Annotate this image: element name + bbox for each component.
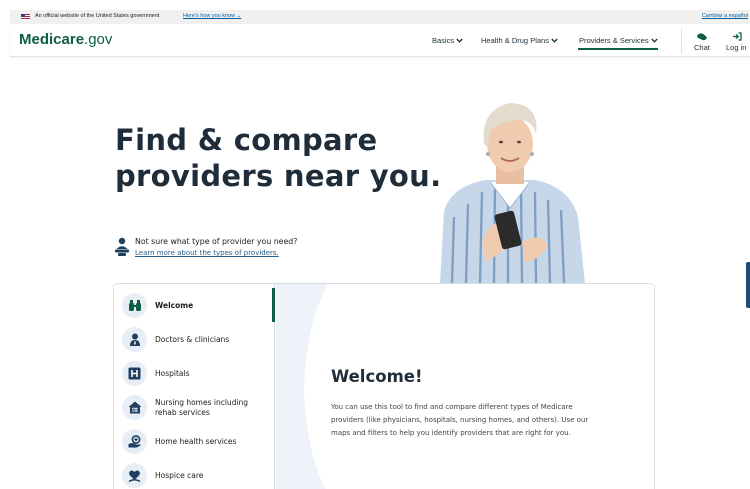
doctor-icon bbox=[122, 327, 147, 352]
sidebar-item-nursing-homes-label: Nursing homes including rehab services bbox=[155, 398, 249, 417]
nav-providers-services-label: Providers & Services bbox=[579, 36, 649, 45]
gov-banner: An official website of the United States… bbox=[10, 10, 750, 24]
sidebar-item-hospice-care[interactable]: Hospice care bbox=[119, 459, 269, 489]
welcome-heading: Welcome! bbox=[331, 367, 423, 386]
helper-question: Not sure what type of provider you need? bbox=[135, 237, 298, 246]
nav-health-drug-plans-label: Health & Drug Plans bbox=[481, 36, 549, 45]
nav-active-indicator bbox=[578, 48, 658, 50]
chat-icon[interactable] bbox=[697, 33, 707, 41]
gov-official-text: An official website of the United States… bbox=[35, 13, 160, 19]
nav-basics-label: Basics bbox=[432, 36, 455, 45]
header-divider bbox=[681, 28, 682, 54]
provider-types-link[interactable]: Learn more about the types of providers. bbox=[135, 249, 279, 257]
page-title: Find & compare providers near you. bbox=[115, 122, 441, 194]
hospital-icon bbox=[122, 361, 147, 386]
nav-health-drug-plans[interactable]: Health & Drug Plans bbox=[481, 36, 558, 45]
sidebar-item-hospice-care-label: Hospice care bbox=[155, 471, 204, 480]
site-header: Medicare.gov Basics Health & Drug Plans … bbox=[10, 24, 750, 57]
hospice-icon bbox=[122, 463, 147, 488]
person-podium-icon bbox=[115, 237, 129, 256]
login-label[interactable]: Log in bbox=[726, 43, 746, 52]
window-top-edge bbox=[0, 0, 750, 10]
sidebar-item-home-health[interactable]: Home health services bbox=[119, 425, 269, 457]
sidebar-item-nursing-homes[interactable]: Nursing homes including rehab services bbox=[119, 391, 269, 423]
page-title-line-2: providers near you. bbox=[115, 159, 442, 193]
nav-providers-services[interactable]: Providers & Services bbox=[579, 36, 658, 45]
home-health-icon bbox=[122, 429, 147, 454]
nursing-home-icon bbox=[122, 395, 147, 420]
sidebar-item-home-health-label: Home health services bbox=[155, 437, 237, 446]
feedback-tab[interactable] bbox=[746, 262, 750, 308]
provider-type-sidebar: Welcome Doctors & clinicians Hospitals N… bbox=[114, 284, 275, 489]
active-item-indicator bbox=[272, 288, 275, 322]
provider-finder-panel: Welcome Doctors & clinicians Hospitals N… bbox=[113, 283, 655, 489]
welcome-description: You can use this tool to find and compar… bbox=[331, 403, 589, 437]
sidebar-item-hospitals-label: Hospitals bbox=[155, 369, 190, 378]
how-you-know-label[interactable]: Here's how you know bbox=[183, 13, 235, 19]
spanish-language-link[interactable]: Cambiar a español bbox=[702, 13, 748, 19]
binoculars-icon bbox=[122, 293, 147, 318]
chevron-down-icon: ⌄ bbox=[235, 13, 242, 19]
welcome-content: Welcome! You can use this tool to find a… bbox=[276, 284, 654, 489]
logo-bold: Medicare bbox=[19, 31, 85, 48]
us-flag-icon bbox=[21, 14, 30, 20]
chevron-down-icon bbox=[456, 38, 463, 43]
sidebar-item-welcome-label: Welcome bbox=[155, 301, 194, 310]
sidebar-item-hospitals[interactable]: Hospitals bbox=[119, 357, 269, 389]
chevron-down-icon bbox=[650, 38, 658, 43]
decorative-curve-background bbox=[276, 284, 328, 489]
how-you-know-link[interactable]: Here's how you know ⌄ bbox=[183, 13, 241, 19]
chevron-down-icon bbox=[551, 38, 558, 43]
logo-suffix: .gov bbox=[84, 31, 113, 48]
medicare-logo[interactable]: Medicare.gov bbox=[19, 31, 112, 48]
sidebar-item-doctors-clinicians[interactable]: Doctors & clinicians bbox=[119, 323, 269, 355]
woman-with-phone-photo bbox=[440, 103, 585, 283]
login-icon[interactable] bbox=[732, 32, 742, 41]
sidebar-item-doctors-clinicians-label: Doctors & clinicians bbox=[155, 335, 230, 344]
nav-basics[interactable]: Basics bbox=[432, 36, 463, 45]
window-left-edge bbox=[0, 0, 10, 489]
chat-label[interactable]: Chat bbox=[694, 43, 710, 52]
sidebar-item-welcome[interactable]: Welcome bbox=[119, 289, 269, 321]
page-title-line-1: Find & compare bbox=[115, 123, 378, 157]
